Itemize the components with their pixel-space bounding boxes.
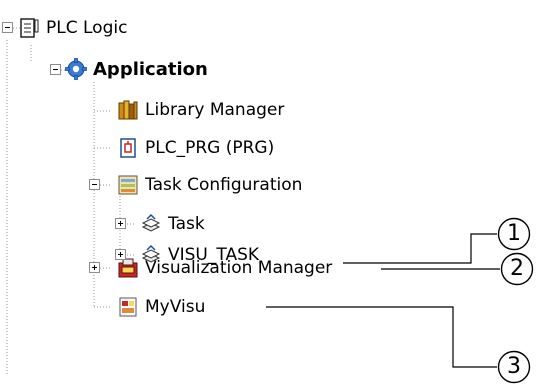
callout-number: 2 [510,256,524,281]
callout-1: 1 [497,217,531,251]
device-tree-panel: PLC Logic Application Library Manager PL… [0,0,550,385]
callout-number: 1 [507,221,521,246]
callout-2: 2 [500,252,534,286]
callout-number: 3 [507,354,521,379]
callout-leader-lines [266,233,500,368]
callout-3: 3 [497,350,531,384]
